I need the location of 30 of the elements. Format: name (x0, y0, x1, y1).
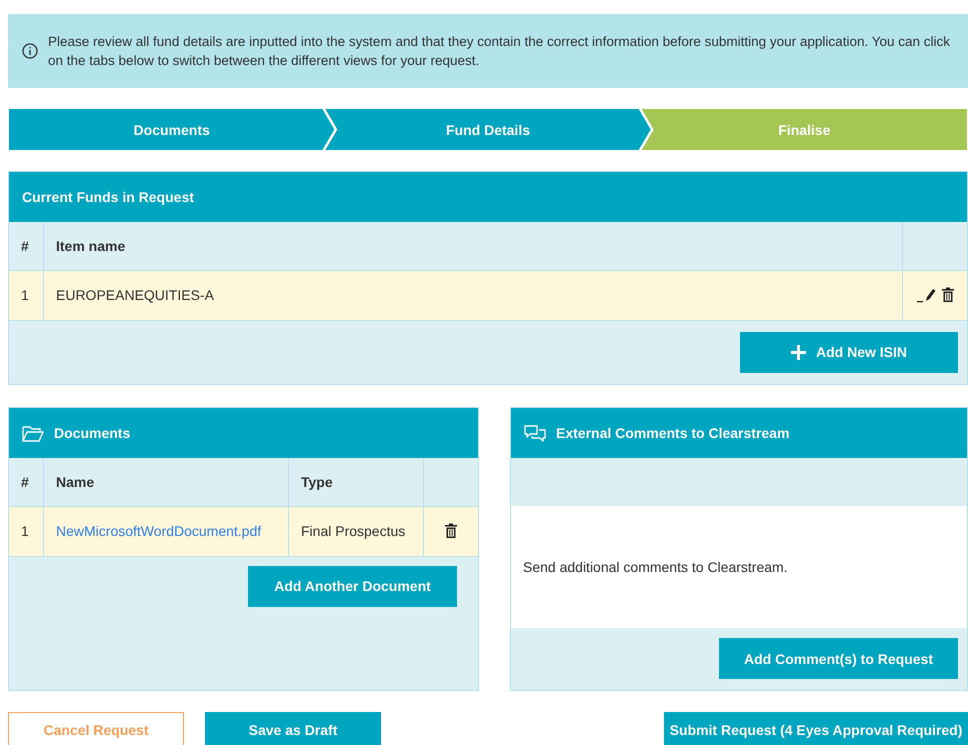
step-tab[interactable]: Finalise (642, 109, 967, 150)
column-header: # (9, 458, 44, 506)
action-button[interactable]: Save as Draft (205, 712, 381, 745)
panel-title: External Comments to Clearstream (556, 425, 790, 441)
folder-icon (22, 424, 44, 442)
action-button[interactable]: Submit Request (4 Eyes Approval Required) (664, 712, 968, 745)
panel-title: Documents (54, 425, 130, 441)
column-header: # (9, 222, 44, 270)
add-document-button[interactable]: Add Another Document (248, 566, 457, 606)
table-cell: EUROPEANEQUITIES-A (44, 270, 902, 320)
info-text: Please review all fund details are inputted into the system and that they contain the correct information before submitting your application. You can click on the tabs below to switch between the different views for your request. (48, 33, 952, 70)
chat-icon (524, 424, 546, 442)
column-header: Name (44, 458, 288, 506)
add-comment-button[interactable]: Add Comment(s) to Request (719, 638, 958, 679)
panel-title: Current Funds in Request (22, 189, 194, 205)
table-cell: Final Prospectus (288, 506, 424, 556)
trash-icon[interactable] (941, 287, 955, 303)
cancel-button[interactable]: Cancel Request (8, 712, 184, 745)
comments-text: Send additional comments to Clearstream. (523, 559, 788, 575)
info-icon (22, 43, 38, 59)
add-isin-button[interactable]: Add New ISIN (740, 332, 958, 372)
step-tab[interactable]: Documents (9, 109, 334, 150)
step-tab[interactable]: Fund Details (325, 109, 651, 150)
table-cell: 1 (9, 506, 44, 556)
plus-icon (790, 344, 806, 360)
edit-icon[interactable] (917, 287, 937, 303)
column-header: Type (288, 458, 424, 506)
column-header: Item name (44, 222, 902, 270)
table-cell: 1 (9, 270, 44, 320)
trash-icon[interactable] (444, 523, 458, 539)
